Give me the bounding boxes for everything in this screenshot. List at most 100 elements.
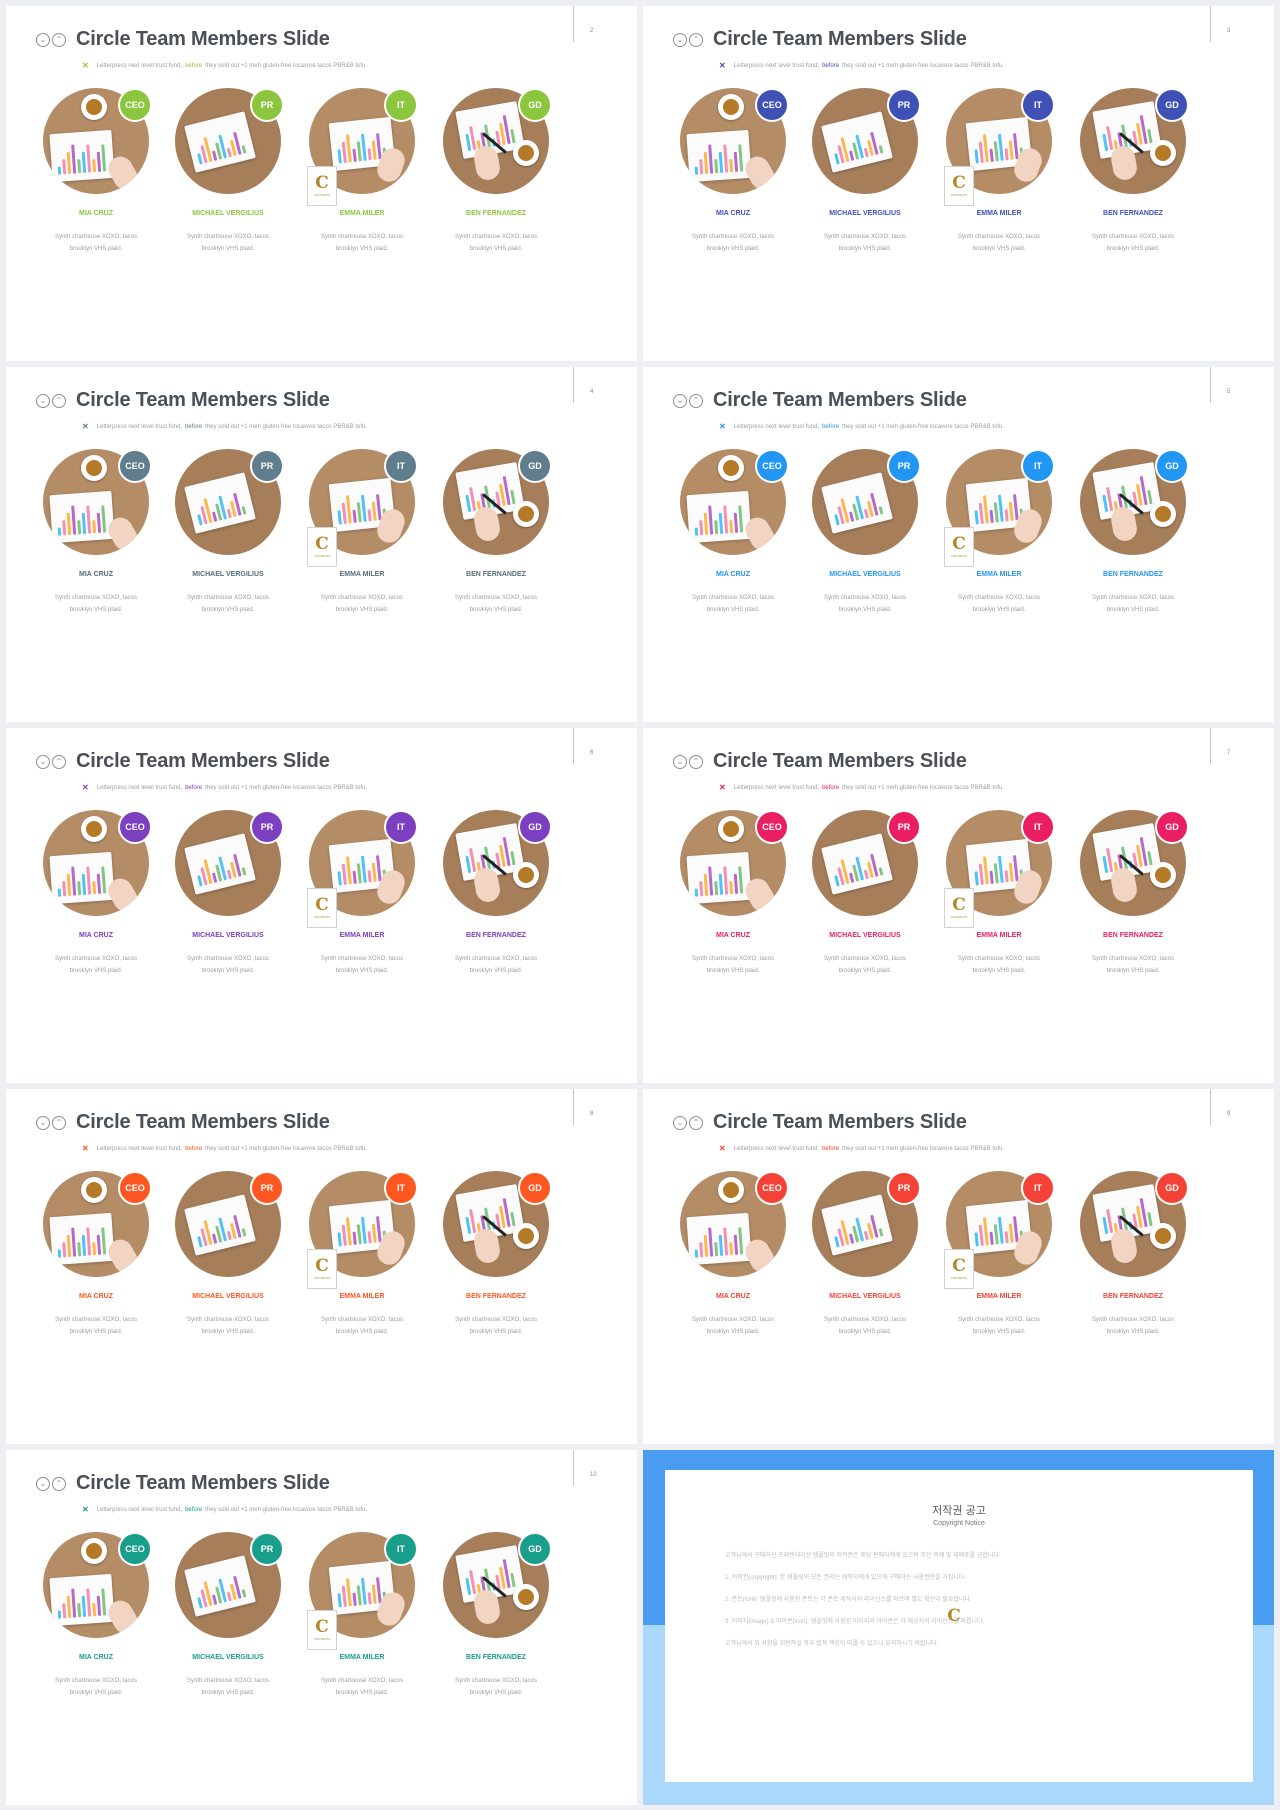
description-line: Synth chartreuse XOXO, tacos bbox=[823, 595, 907, 601]
watermark-logo: C CONTENTS bbox=[307, 1610, 337, 1650]
page-number: 7 bbox=[1227, 750, 1231, 756]
chevron-down-icon[interactable]: ⌄ bbox=[36, 1476, 50, 1491]
chart-bar bbox=[703, 512, 709, 536]
chart-bar bbox=[226, 1591, 232, 1602]
chart-bar bbox=[77, 881, 82, 896]
chart-bar bbox=[878, 145, 884, 154]
chart-bar bbox=[708, 866, 714, 896]
chevron-down-icon[interactable]: ⌄ bbox=[673, 393, 687, 408]
chart-bar bbox=[62, 1603, 67, 1619]
role-badge: GD bbox=[518, 1171, 552, 1205]
chart-bar bbox=[723, 1227, 729, 1256]
chevron-up-icon[interactable]: ⌃ bbox=[52, 32, 66, 47]
chevron-down-icon[interactable]: ⌄ bbox=[36, 32, 50, 47]
chart-bar bbox=[729, 159, 734, 173]
member-description: Synth chartreuse XOXO, tacos brooklyn VHS… bbox=[673, 592, 793, 616]
chevron-up-icon[interactable]: ⌃ bbox=[689, 393, 703, 408]
chevron-down-icon[interactable]: ⌄ bbox=[36, 754, 50, 769]
description-line: Synth chartreuse XOXO, tacos bbox=[957, 595, 1041, 601]
team-slide: ⌄ ⌃ Circle Team Members Slide ✕ Letterpress … bbox=[643, 1089, 1274, 1444]
chart-bar bbox=[733, 1234, 739, 1255]
member-name: BEN FERNANDEZ bbox=[466, 932, 526, 939]
copyright-slide: 저작권 공고 Copyright Notice 고객님께서 구매하신 프레젠테이션 … bbox=[643, 1450, 1274, 1805]
chart-bar bbox=[66, 873, 72, 897]
description-line: Synth chartreuse XOXO, tacos bbox=[186, 1678, 270, 1684]
chart-bar bbox=[241, 145, 247, 154]
chevron-up-icon[interactable]: ⌃ bbox=[689, 754, 703, 769]
page-divider bbox=[573, 6, 574, 42]
chart-bar bbox=[1147, 489, 1153, 505]
chevron-down-icon[interactable]: ⌄ bbox=[673, 32, 687, 47]
subtitle-text: Letterpress next level trust fund, bbox=[96, 784, 183, 791]
chevron-up-icon[interactable]: ⌃ bbox=[52, 1476, 66, 1491]
chart-bar bbox=[92, 520, 97, 534]
subtitle-highlight: before bbox=[822, 1145, 840, 1152]
chart-bar bbox=[337, 871, 342, 886]
description-line: Synth chartreuse XOXO, tacos bbox=[957, 1317, 1041, 1323]
description-line: brooklyn VHS plaid. bbox=[838, 246, 892, 252]
chevron-up-icon[interactable]: ⌃ bbox=[52, 754, 66, 769]
chevron-up-icon[interactable]: ⌃ bbox=[52, 1115, 66, 1130]
chevron-up-icon[interactable]: ⌃ bbox=[689, 32, 703, 47]
slide-header: ⌄ ⌃ Circle Team Members Slide bbox=[673, 1111, 967, 1134]
chart-bar bbox=[337, 149, 342, 164]
chart-bar bbox=[733, 512, 739, 533]
logo-text: CONTENTS bbox=[313, 1637, 331, 1641]
chart-paper bbox=[49, 490, 115, 544]
chart-bar bbox=[101, 144, 107, 172]
description-line: Synth chartreuse XOXO, tacos bbox=[691, 956, 775, 962]
chart-bar bbox=[356, 1585, 362, 1606]
role-badge: PR bbox=[887, 449, 921, 483]
chevron-down-icon[interactable]: ⌄ bbox=[36, 1115, 50, 1130]
description-line: Synth chartreuse XOXO, tacos bbox=[54, 234, 138, 240]
chart-bar bbox=[81, 873, 87, 895]
description-line: Synth chartreuse XOXO, tacos bbox=[1091, 1317, 1175, 1323]
chart-bar bbox=[371, 501, 377, 521]
chevron-up-icon[interactable]: ⌃ bbox=[689, 1115, 703, 1130]
chart-bar bbox=[96, 151, 102, 172]
description-line: Synth chartreuse XOXO, tacos bbox=[54, 1317, 138, 1323]
chart-bar bbox=[345, 134, 352, 163]
logo-text: CONTENTS bbox=[950, 915, 968, 919]
copyright-paragraph: 고객님께서 구매하신 프레젠테이션 템플릿의 저작권은 해당 판매자에게 있으며… bbox=[725, 1553, 1001, 1559]
page-divider bbox=[1210, 728, 1211, 764]
member-name: EMMA MILER bbox=[976, 1293, 1022, 1300]
slide-header: ⌄ ⌃ Circle Team Members Slide bbox=[36, 750, 330, 773]
description-line: brooklyn VHS plaid. bbox=[972, 607, 1026, 613]
chart-bar bbox=[356, 502, 362, 523]
logo-letter: C bbox=[315, 895, 329, 915]
chart-bar bbox=[86, 1227, 92, 1256]
chart-bar bbox=[993, 1224, 999, 1245]
member-description: Synth chartreuse XOXO, tacos brooklyn VHS… bbox=[36, 1314, 156, 1338]
description-line: brooklyn VHS plaid. bbox=[335, 246, 389, 252]
team-slide: ⌄ ⌃ Circle Team Members Slide ✕ Letterpress … bbox=[643, 367, 1274, 722]
chart-bar bbox=[1147, 1211, 1153, 1227]
coffee-cup bbox=[1150, 501, 1176, 527]
member-description: Synth chartreuse XOXO, tacos brooklyn VHS… bbox=[36, 1675, 156, 1699]
subtitle-text: Letterpress next level trust fund, bbox=[733, 784, 820, 791]
coffee-cup bbox=[81, 1177, 107, 1203]
chart-bar bbox=[345, 1578, 352, 1607]
chart-bar bbox=[101, 505, 107, 533]
chevron-down-icon[interactable]: ⌄ bbox=[673, 754, 687, 769]
member-description: Synth chartreuse XOXO, tacos brooklyn VHS… bbox=[36, 953, 156, 977]
subtitle-text: they sold out +1 meh gluten-free locavor… bbox=[842, 423, 1005, 430]
subtitle-highlight: before bbox=[185, 62, 203, 69]
subtitle-text: Letterpress next level trust fund, bbox=[96, 1506, 183, 1513]
coffee-cup bbox=[81, 1538, 107, 1564]
description-line: brooklyn VHS plaid. bbox=[201, 607, 255, 613]
chevron-down-icon[interactable]: ⌄ bbox=[36, 393, 50, 408]
slide-subtitle: ✕ Letterpress next level trust fund, befor… bbox=[82, 422, 367, 431]
chart-bar bbox=[226, 147, 232, 158]
role-badge: GD bbox=[518, 88, 552, 122]
chart-bar bbox=[510, 489, 516, 505]
chevron-up-icon[interactable]: ⌃ bbox=[52, 393, 66, 408]
chevron-down-icon[interactable]: ⌄ bbox=[673, 1115, 687, 1130]
coffee-cup bbox=[81, 816, 107, 842]
description-line: Synth chartreuse XOXO, tacos bbox=[320, 1678, 404, 1684]
copyright-notice-card: 저작권 공고 Copyright Notice 고객님께서 구매하신 프레젠테이션 … bbox=[665, 1470, 1253, 1782]
slide-title: Circle Team Members Slide bbox=[713, 1111, 967, 1133]
chart-bar bbox=[863, 147, 869, 158]
logo-letter: C bbox=[315, 1256, 329, 1276]
close-icon: ✕ bbox=[82, 61, 89, 70]
